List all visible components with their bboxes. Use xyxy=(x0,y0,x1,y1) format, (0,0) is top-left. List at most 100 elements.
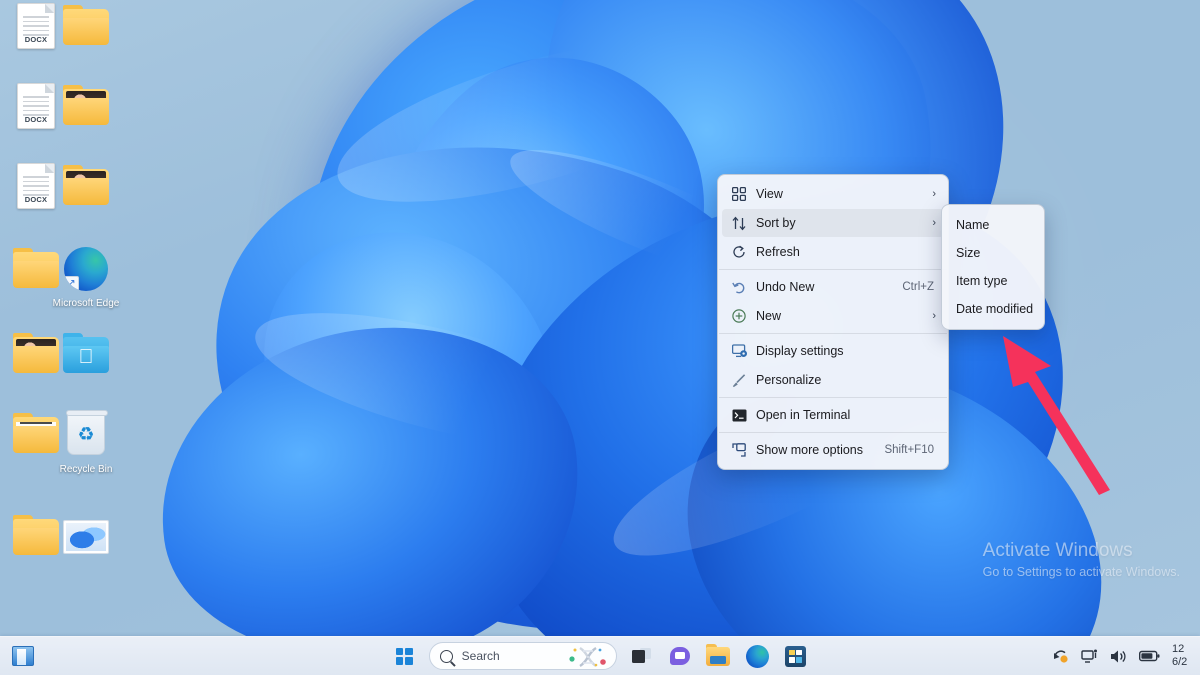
desktop-icon-label xyxy=(85,388,88,399)
undo-icon xyxy=(728,278,750,296)
icon-art xyxy=(62,5,110,57)
file-explorer-button[interactable] xyxy=(704,641,733,671)
desktop-icon-picture-file[interactable] xyxy=(44,512,128,583)
context-menu-item-display-settings[interactable]: Display settings xyxy=(722,337,944,365)
context-menu-item-view[interactable]: View › xyxy=(722,180,944,208)
shortcut-arrow-icon: ↗ xyxy=(64,276,79,291)
desktop-icon-label xyxy=(35,570,38,581)
clock-date: 6/2 xyxy=(1172,656,1188,668)
edge-icon: ↗ xyxy=(64,247,108,291)
dna-helix-icon xyxy=(569,646,606,668)
desktop-icon-label xyxy=(35,388,38,399)
icon-art:  xyxy=(62,333,110,385)
clock-time: 12 xyxy=(1172,643,1185,655)
context-menu-item-refresh[interactable]: Refresh xyxy=(722,238,944,266)
pinned-app-icon[interactable] xyxy=(8,641,38,671)
context-menu-item-personalize[interactable]: Personalize xyxy=(722,366,944,394)
clock[interactable]: 12 6/2 xyxy=(1172,643,1198,669)
context-menu-item-label: Show more options xyxy=(756,443,864,457)
chat-button[interactable] xyxy=(665,641,694,671)
context-menu-item-undo-new[interactable]: Undo New Ctrl+Z xyxy=(722,273,944,301)
battery-icon[interactable] xyxy=(1139,650,1160,662)
network-icon[interactable] xyxy=(1081,648,1098,664)
desktop-icon-label xyxy=(35,214,38,225)
sort-submenu-item-label: Name xyxy=(956,218,990,232)
file-explorer-icon xyxy=(706,643,731,666)
activate-windows-watermark: Activate Windows Go to Settings to activ… xyxy=(983,539,1180,581)
taskbar-left-region xyxy=(8,641,38,671)
desktop-icon-label xyxy=(35,468,38,479)
picture-file-icon xyxy=(63,520,109,554)
folder-icon:  xyxy=(63,333,109,373)
icon-art xyxy=(62,85,110,137)
context-menu-item-sort-by[interactable]: Sort by › xyxy=(722,209,944,237)
context-menu-item-label: View xyxy=(756,187,783,201)
desktop-icon-label xyxy=(35,303,38,314)
search-icon xyxy=(439,649,453,663)
context-menu-item-label: Display settings xyxy=(756,344,844,358)
context-menu-item-shortcut: Shift+F10 xyxy=(884,444,934,456)
chevron-right-icon: › xyxy=(932,188,936,200)
watermark-title: Activate Windows xyxy=(982,540,1133,561)
folder-icon xyxy=(63,5,109,45)
icon-art: ↗ xyxy=(62,247,110,295)
display-monitor-icon xyxy=(728,342,750,360)
context-menu-item-label: Refresh xyxy=(756,245,800,259)
recycle-bin-icon: ♻ xyxy=(66,410,108,455)
start-button[interactable] xyxy=(390,641,419,671)
sort-arrows-icon xyxy=(728,214,750,232)
folder-icon xyxy=(63,85,109,125)
context-menu-item-label: New xyxy=(756,309,782,323)
desktop-icon-folder-photo-1[interactable] xyxy=(44,82,128,152)
icon-art xyxy=(62,165,110,217)
desktop-context-menu[interactable]: View › Sort by › Refresh Undo New Ctrl+Z New › Di… xyxy=(717,174,949,470)
context-menu-item-label: Sort by xyxy=(756,216,796,230)
desktop-background[interactable]: DOCX DOCX DOCX ↗Microsoft Edge  ♻Recycl… xyxy=(0,0,1200,636)
context-menu-item-open-in-terminal[interactable]: Open in Terminal xyxy=(722,401,944,429)
system-tray: 12 6/2 xyxy=(1052,643,1200,669)
chevron-right-icon: › xyxy=(932,217,936,229)
search-input[interactable]: Search xyxy=(428,642,617,670)
chevron-right-icon: › xyxy=(932,310,936,322)
task-view-button[interactable] xyxy=(627,641,656,671)
context-menu-item-new[interactable]: New › xyxy=(722,302,944,330)
paintbrush-icon xyxy=(728,371,750,389)
expand-options-icon xyxy=(728,441,750,459)
sort-submenu-item-label: Item type xyxy=(956,274,1008,288)
desktop-icon-folder-photo-2[interactable] xyxy=(44,162,128,232)
store-button[interactable] xyxy=(781,641,810,671)
desktop-icon-folder-1[interactable] xyxy=(44,2,128,72)
menu-separator xyxy=(719,397,947,398)
desktop-icon-label: Microsoft Edge xyxy=(52,298,120,309)
sort-by-submenu[interactable]: Name Size Item type Date modified xyxy=(941,204,1045,330)
sort-submenu-item-label: Size xyxy=(956,246,981,260)
volume-icon[interactable] xyxy=(1110,649,1127,664)
context-menu-item-label: Personalize xyxy=(756,373,822,387)
menu-separator xyxy=(719,269,947,270)
desktop-icon-microsoft-edge[interactable]: ↗ Microsoft Edge xyxy=(44,245,128,310)
desktop-icon-label xyxy=(85,571,88,582)
watermark-subtitle: Go to Settings to activate Windows. xyxy=(982,565,1180,579)
context-menu-item-label: Undo New xyxy=(756,280,815,294)
edge-icon xyxy=(745,644,769,668)
desktop-icon-folder-apple[interactable]:  xyxy=(44,330,128,400)
chat-icon xyxy=(669,647,690,665)
context-menu-item-label: Open in Terminal xyxy=(756,408,851,422)
sort-submenu-item-size[interactable]: Size xyxy=(946,239,1040,267)
edge-button[interactable] xyxy=(743,641,772,671)
windows-logo-icon xyxy=(395,647,413,665)
plus-circle-icon xyxy=(728,307,750,325)
taskbar[interactable]: Search 12 6/2 xyxy=(0,636,1200,675)
desktop-icon-label xyxy=(85,140,88,151)
windows-update-icon[interactable] xyxy=(1052,648,1069,665)
sort-submenu-item-date-modified[interactable]: Date modified xyxy=(946,295,1040,323)
store-icon xyxy=(785,645,807,667)
pinned-app-glyph xyxy=(12,646,34,666)
desktop-icon-recycle-bin[interactable]: ♻ Recycle Bin xyxy=(44,410,128,476)
sort-submenu-item-name[interactable]: Name xyxy=(946,211,1040,239)
desktop-icon-label xyxy=(85,60,88,71)
view-grid-icon xyxy=(728,185,750,203)
menu-separator xyxy=(719,432,947,433)
context-menu-item-show-more-options[interactable]: Show more options Shift+F10 xyxy=(722,436,944,464)
sort-submenu-item-item-type[interactable]: Item type xyxy=(946,267,1040,295)
